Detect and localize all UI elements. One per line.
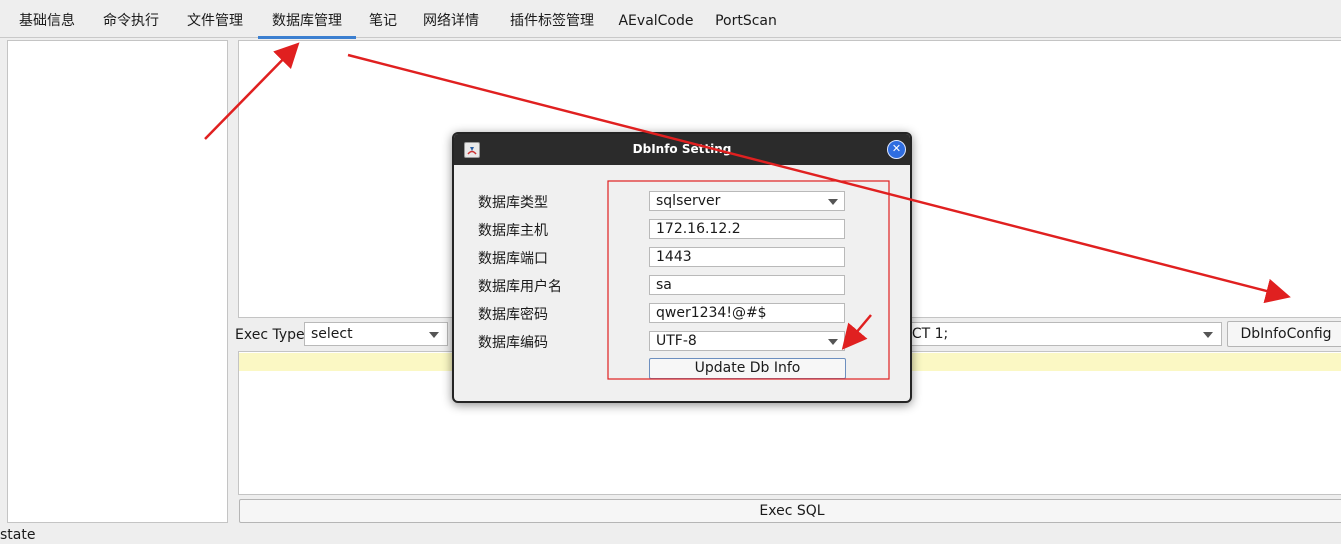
db-charset-select[interactable]: UTF-8	[649, 331, 845, 351]
db-host-label: 数据库主机	[478, 223, 548, 239]
db-type-value: sqlserver	[656, 193, 721, 209]
dialog-title: DbInfo Setting	[632, 142, 732, 156]
tab-command-exec[interactable]: 命令执行	[92, 0, 170, 38]
exec-sql-button[interactable]: Exec SQL	[239, 499, 1341, 523]
exec-type-select[interactable]: select	[304, 322, 448, 346]
db-host-input[interactable]: 172.16.12.2	[649, 219, 845, 239]
db-port-label: 数据库端口	[478, 251, 548, 267]
close-icon[interactable]: ✕	[887, 140, 906, 159]
db-port-value: 1443	[656, 249, 692, 265]
tab-plugin-tags[interactable]: 插件标签管理	[498, 0, 606, 38]
db-charset-value: UTF-8	[656, 333, 697, 349]
db-password-input[interactable]: qwer1234!@#$	[649, 303, 845, 323]
tab-portscan[interactable]: PortScan	[708, 0, 784, 38]
db-host-value: 172.16.12.2	[656, 221, 741, 237]
db-port-input[interactable]: 1443	[649, 247, 845, 267]
db-charset-label: 数据库编码	[478, 335, 548, 351]
db-password-label: 数据库密码	[478, 307, 548, 323]
status-text: state	[0, 527, 36, 543]
db-user-value: sa	[656, 277, 672, 293]
db-user-label: 数据库用户名	[478, 279, 562, 295]
db-password-value: qwer1234!@#$	[656, 305, 767, 321]
update-db-info-button[interactable]: Update Db Info	[649, 358, 846, 379]
tab-bar: 基础信息 命令执行 文件管理 数据库管理 笔记 网络详情 插件标签管理 AEva…	[0, 0, 1341, 39]
dbinfo-config-button[interactable]: DbInfoConfig	[1227, 321, 1341, 347]
dialog-titlebar[interactable]: DbInfo Setting ✕	[454, 134, 910, 165]
chevron-down-icon	[1203, 332, 1213, 338]
tab-database-manager[interactable]: 数据库管理	[258, 0, 356, 39]
exec-type-label: Exec Type	[235, 327, 305, 343]
dbinfo-setting-dialog: DbInfo Setting ✕ 数据库类型 数据库主机 数据库端口 数据库用户…	[452, 132, 912, 403]
db-type-select[interactable]: sqlserver	[649, 191, 845, 211]
db-type-label: 数据库类型	[478, 195, 548, 211]
tab-basic-info[interactable]: 基础信息	[8, 0, 86, 38]
tab-notes[interactable]: 笔记	[362, 0, 404, 38]
chevron-down-icon	[429, 332, 439, 338]
tab-file-manager[interactable]: 文件管理	[176, 0, 254, 38]
exec-type-value: select	[311, 326, 353, 342]
db-user-input[interactable]: sa	[649, 275, 845, 295]
sql-input[interactable]: ECT 1;	[900, 322, 1222, 346]
chevron-down-icon	[828, 199, 838, 205]
tab-aevalcode[interactable]: AEvalCode	[612, 0, 700, 38]
database-tree-panel[interactable]	[7, 40, 228, 523]
chevron-down-icon	[828, 339, 838, 345]
tab-network-details[interactable]: 网络详情	[412, 0, 490, 38]
